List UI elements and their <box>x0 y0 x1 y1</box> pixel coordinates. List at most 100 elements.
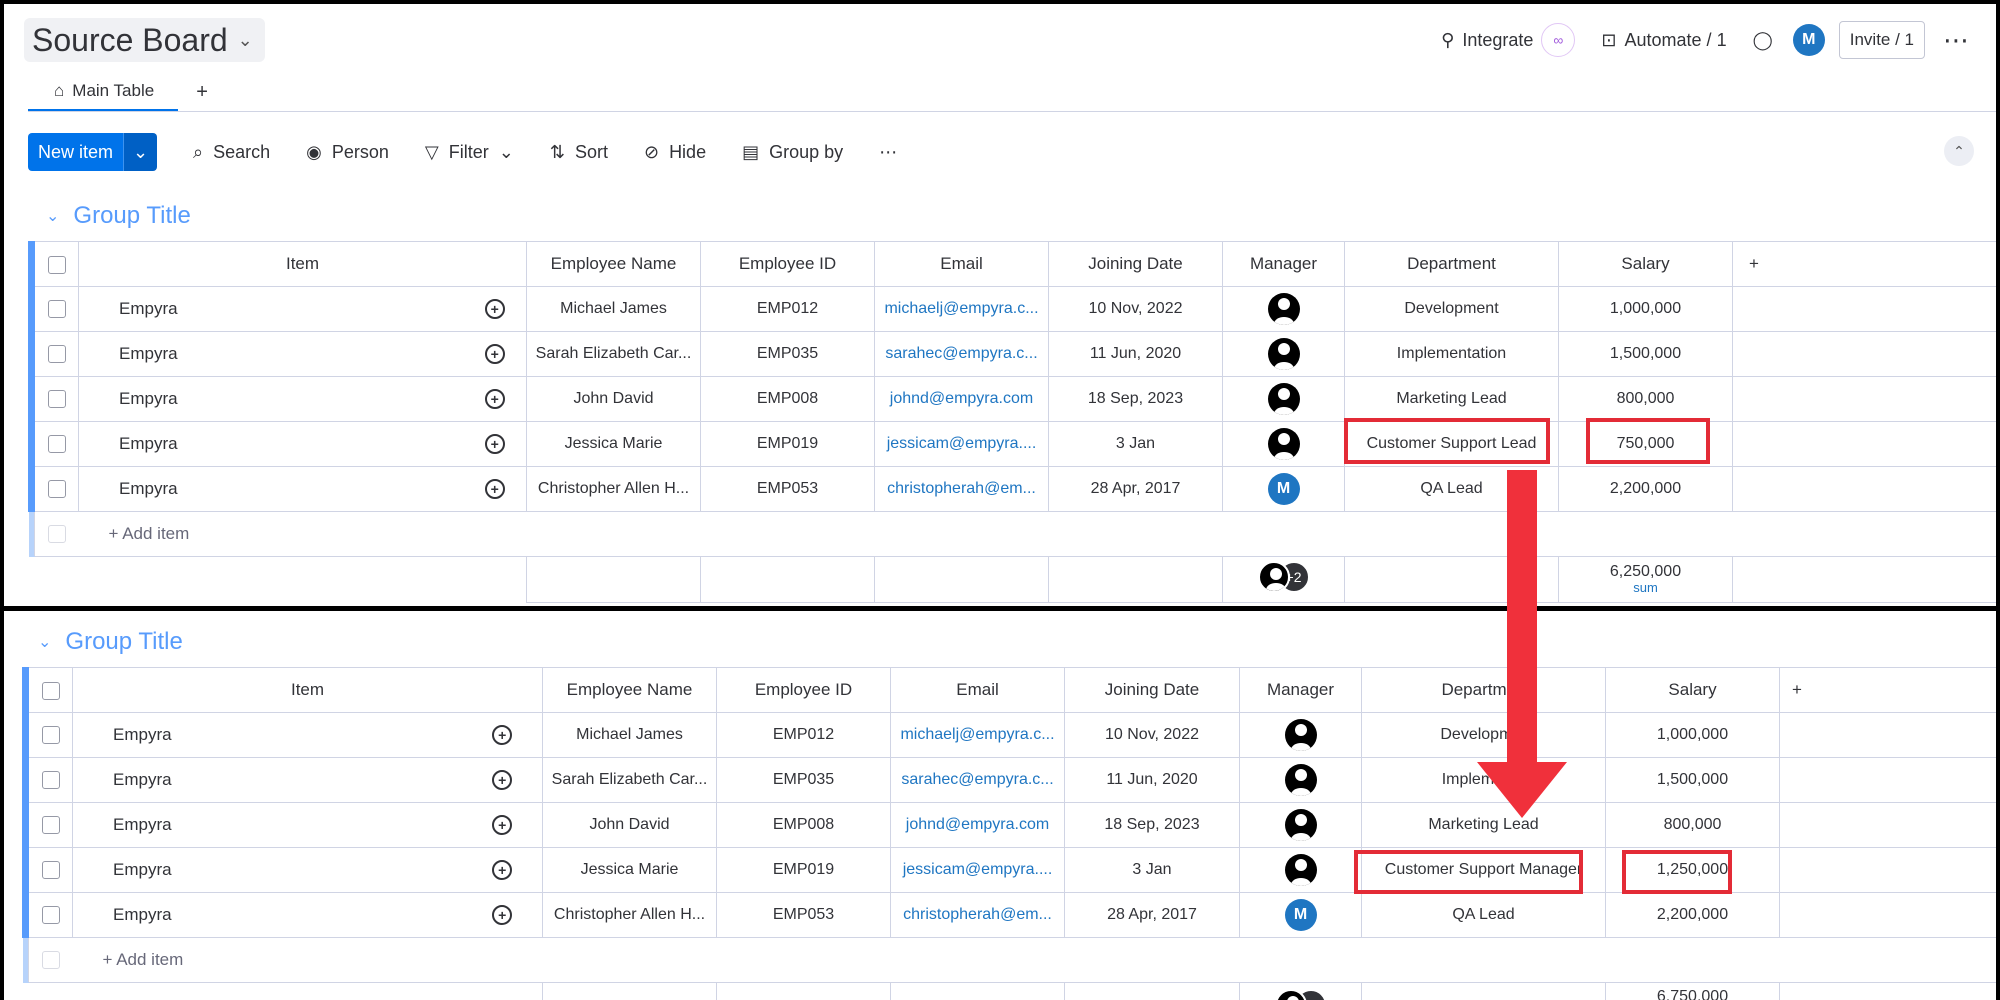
group-title[interactable]: Group Title <box>65 628 182 656</box>
column-header-department[interactable]: Department <box>1344 241 1559 287</box>
employee-name-cell[interactable]: Michael James <box>542 712 717 758</box>
email-cell[interactable]: jessicam@empyra.... <box>874 421 1049 467</box>
row-checkbox[interactable] <box>28 802 73 848</box>
column-header-manager[interactable]: Manager <box>1239 667 1362 713</box>
integrate-button[interactable]: ⚲ Integrate ∞ <box>1435 23 1581 57</box>
table-row[interactable]: Empyra + Christopher Allen H... EMP053 chris… <box>28 466 1996 512</box>
add-update-icon[interactable]: + <box>462 757 543 803</box>
sort-button[interactable]: ⇅ Sort <box>550 142 608 163</box>
row-checkbox[interactable] <box>28 757 73 803</box>
table-row[interactable]: Empyra + John David EMP008 johnd@empyra.com 1… <box>22 802 1996 848</box>
salary-cell[interactable]: 2,200,000 <box>1605 892 1780 938</box>
collapse-header-button[interactable]: ⌃ <box>1944 136 1974 166</box>
joining-date-cell[interactable]: 11 Jun, 2020 <box>1064 757 1240 803</box>
manager-cell[interactable] <box>1222 421 1345 467</box>
group-by-button[interactable]: ▤ Group by <box>742 142 843 163</box>
add-update-icon[interactable]: + <box>462 892 543 938</box>
manager-cell[interactable]: M <box>1239 892 1362 938</box>
automate-button[interactable]: ⊡ Automate / 1 <box>1595 30 1732 51</box>
salary-cell[interactable]: 800,000 <box>1558 376 1733 422</box>
email-cell[interactable]: sarahec@empyra.c... <box>890 757 1065 803</box>
column-header-employee-name[interactable]: Employee Name <box>542 667 717 713</box>
employee-id-cell[interactable]: EMP053 <box>716 892 891 938</box>
add-item-button[interactable]: + Add item <box>78 511 1996 557</box>
manager-cell[interactable]: M <box>1222 466 1345 512</box>
more-actions-icon[interactable]: ⋯ <box>879 142 897 163</box>
table-row[interactable]: Empyra + John David EMP008 johnd@empyra.com 1… <box>28 376 1996 422</box>
employee-name-cell[interactable]: Jessica Marie <box>542 847 717 893</box>
email-cell[interactable]: jessicam@empyra.... <box>890 847 1065 893</box>
row-checkbox[interactable] <box>28 712 73 758</box>
row-checkbox[interactable] <box>34 466 79 512</box>
user-avatar[interactable]: M <box>1792 24 1825 56</box>
column-header-salary[interactable]: Salary <box>1605 667 1780 713</box>
joining-date-cell[interactable]: 18 Sep, 2023 <box>1048 376 1223 422</box>
item-name-cell[interactable]: Empyra <box>78 466 464 512</box>
department-cell[interactable]: Developmer <box>1361 712 1606 758</box>
employee-name-cell[interactable]: Christopher Allen H... <box>526 466 701 512</box>
person-avatar-icon[interactable] <box>1284 764 1317 796</box>
email-cell[interactable]: christopherah@em... <box>874 466 1049 512</box>
joining-date-cell[interactable]: 3 Jan <box>1064 847 1240 893</box>
add-column-button[interactable]: + <box>1732 241 1996 287</box>
add-column-button[interactable]: + <box>1779 667 1996 713</box>
add-update-icon[interactable]: + <box>463 466 527 512</box>
person-avatar-icon[interactable] <box>1284 809 1317 841</box>
joining-date-cell[interactable]: 10 Nov, 2022 <box>1048 286 1223 332</box>
manager-avatar[interactable]: M <box>1267 473 1300 505</box>
employee-name-cell[interactable]: Christopher Allen H... <box>542 892 717 938</box>
board-title-dropdown[interactable]: Source Board ⌄ <box>24 18 265 62</box>
invite-button[interactable]: Invite / 1 <box>1838 21 1925 59</box>
joining-date-cell[interactable]: 18 Sep, 2023 <box>1064 802 1240 848</box>
manager-cell[interactable] <box>1239 757 1362 803</box>
column-header-joining-date[interactable]: Joining Date <box>1048 241 1223 287</box>
salary-cell[interactable]: 1,000,000 <box>1558 286 1733 332</box>
column-header-item[interactable]: Item <box>72 667 543 713</box>
comments-button[interactable]: ◯ <box>1747 30 1779 51</box>
manager-cell[interactable] <box>1222 331 1345 377</box>
column-header-employee-id[interactable]: Employee ID <box>700 241 875 287</box>
person-avatar-icon[interactable] <box>1284 719 1317 751</box>
manager-cell[interactable] <box>1222 286 1345 332</box>
filter-button[interactable]: ▽ Filter ⌄ <box>425 142 514 163</box>
manager-cell[interactable] <box>1239 802 1362 848</box>
row-checkbox[interactable] <box>34 286 79 332</box>
chevron-down-icon[interactable]: ⌄ <box>38 632 51 652</box>
column-header-email[interactable]: Email <box>890 667 1065 713</box>
more-options-icon[interactable]: ⋯ <box>1939 27 1974 53</box>
new-item-dropdown-icon[interactable]: ⌄ <box>123 133 158 171</box>
manager-avatar[interactable]: M <box>1284 899 1317 931</box>
item-name-cell[interactable]: Empyra <box>72 892 463 938</box>
table-row[interactable]: Empyra + Christopher Allen H... EMP053 chris… <box>22 892 1996 938</box>
row-checkbox[interactable] <box>28 847 73 893</box>
add-update-icon[interactable]: + <box>462 847 543 893</box>
column-header-manager[interactable]: Manager <box>1222 241 1345 287</box>
employee-id-cell[interactable]: EMP053 <box>700 466 875 512</box>
column-header-department[interactable]: Departmen <box>1361 667 1606 713</box>
manager-cell[interactable] <box>1222 376 1345 422</box>
employee-id-cell[interactable]: EMP008 <box>700 376 875 422</box>
column-header-joining-date[interactable]: Joining Date <box>1064 667 1240 713</box>
employee-id-cell[interactable]: EMP035 <box>716 757 891 803</box>
row-checkbox[interactable] <box>34 331 79 377</box>
salary-cell[interactable]: 1,000,000 <box>1605 712 1780 758</box>
column-header-employee-name[interactable]: Employee Name <box>526 241 701 287</box>
employee-id-cell[interactable]: EMP012 <box>700 286 875 332</box>
department-cell[interactable]: QA Lead <box>1361 892 1606 938</box>
item-name-cell[interactable]: Empyra <box>78 286 464 332</box>
new-item-button[interactable]: New item <box>28 133 124 171</box>
add-update-icon[interactable]: + <box>463 376 527 422</box>
select-all-checkbox[interactable] <box>34 241 79 287</box>
person-avatar-icon[interactable] <box>1284 854 1317 886</box>
employee-id-cell[interactable]: EMP019 <box>716 847 891 893</box>
table-row[interactable]: Empyra + Michael James EMP012 michaelj@empyr… <box>28 286 1996 332</box>
row-checkbox[interactable] <box>34 421 79 467</box>
employee-id-cell[interactable]: EMP019 <box>700 421 875 467</box>
add-update-icon[interactable]: + <box>462 712 543 758</box>
group-header[interactable]: ⌄ Group Title <box>38 625 183 659</box>
employee-name-cell[interactable]: Jessica Marie <box>526 421 701 467</box>
item-name-cell[interactable]: Empyra <box>72 712 463 758</box>
item-name-cell[interactable]: Empyra <box>78 421 464 467</box>
employee-id-cell[interactable]: EMP035 <box>700 331 875 377</box>
department-cell[interactable]: Customer Support Manager <box>1361 847 1606 893</box>
